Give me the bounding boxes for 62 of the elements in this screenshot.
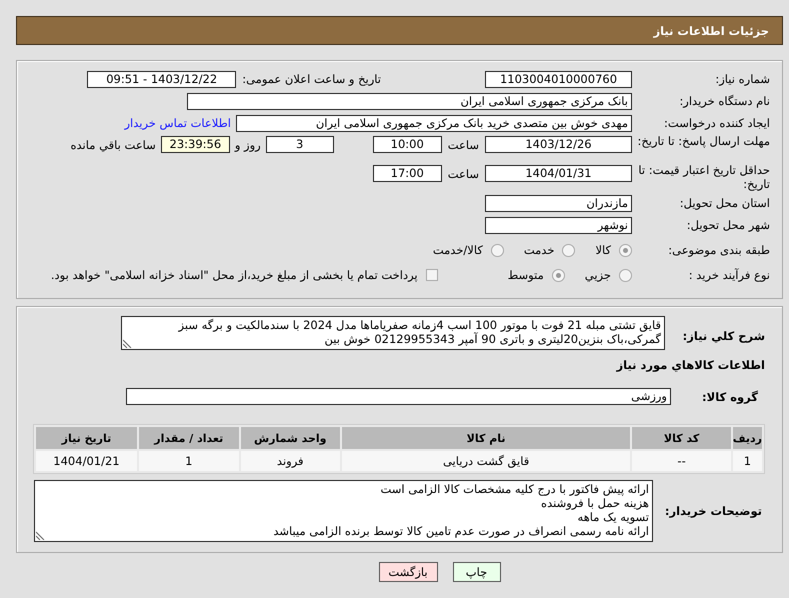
field-label: تاریخ و ساعت اعلان عمومی:	[242, 72, 381, 86]
table-cell: 1	[138, 451, 239, 471]
remaining-label: ساعت باقي مانده	[70, 138, 156, 152]
field-label: حداقل تاریخ اعتبار قیمت: تا تاریخ:	[637, 163, 771, 191]
note-line: ارائه نامه رسمی انصراف در صورت عدم تامین کالا توسط برنده الزامی میباشد	[273, 524, 649, 538]
radio-label: متوسط	[508, 268, 544, 282]
note-line: تسویه یک ماهه	[578, 510, 649, 524]
product-group-field: ورزشی	[126, 388, 671, 405]
table-cell: قایق گشت دریایی	[342, 451, 630, 471]
field-label: ایجاد کننده درخواست:	[663, 116, 771, 130]
section-title: اطلاعات کالاهاي مورد نیاز	[615, 358, 765, 372]
page-title: جزئیات اطلاعات نیاز	[653, 24, 769, 38]
contact-link[interactable]: اطلاعات تماس خریدار	[124, 116, 231, 130]
back-button[interactable]: بازگشت	[378, 562, 438, 582]
resize-grip-icon[interactable]	[36, 531, 45, 540]
note-line: ارائه پیش فاکتور با درج کلیه مشخصات کالا الزامی است	[380, 482, 649, 496]
resize-grip-icon[interactable]	[123, 339, 132, 348]
print-button[interactable]: چاپ	[452, 562, 500, 582]
validity-time-field: 17:00	[372, 165, 442, 182]
column-header: تعداد / مقدار	[138, 427, 239, 449]
time-label: ساعت	[448, 166, 479, 180]
table-cell: --	[632, 451, 731, 471]
buyer-org-field: بانک مرکزی جمهوری اسلامی ایران	[187, 92, 632, 110]
reply-time-field: 10:00	[372, 136, 442, 153]
field-label: مهلت ارسال پاسخ: تا تاریخ:	[636, 134, 771, 148]
column-header: کد کالا	[632, 427, 731, 449]
table-cell: 1404/01/21	[36, 451, 137, 471]
field-label: شرح کلي نیاز:	[682, 328, 765, 343]
province-field: مازندران	[485, 194, 632, 212]
radio-label: کالا	[595, 243, 611, 257]
announce-date-field: 1403/12/22 - 09:51	[87, 70, 236, 88]
remaining-time-field: 23:39:56	[160, 136, 230, 153]
field-label: استان محل تحویل:	[678, 196, 771, 210]
field-label: طبقه بندی موضوعی:	[667, 243, 771, 257]
need-number-field: 1103004010000760	[485, 70, 632, 88]
days-label: روز و	[234, 138, 261, 152]
column-header: واحد شمارش	[240, 427, 340, 449]
field-label: نام دستگاه خریدار:	[678, 94, 771, 108]
field-label: شماره نیاز:	[714, 72, 771, 86]
days-field: 3	[266, 136, 334, 153]
table-cell: 1	[732, 451, 762, 471]
time-label: ساعت	[448, 138, 479, 152]
radio-label: جزيي	[584, 268, 611, 282]
field-label: گروه کالا:	[701, 390, 759, 404]
description-text: قایق تشتی مبله 21 فوت با موتور 100 اسب 4زمانه صفریاماها مدل 2024 با سندمالکیت و برگه سبز گمرکی،باک بنزین20لیتری و باتری 90 آمپر 02129955343 خوش بین	[178, 318, 661, 346]
creator-field: مهدی خوش بین متصدی خرید بانک مرکزی جمهوری اسلامی ایران	[236, 114, 632, 132]
column-header: تاریخ نیاز	[36, 427, 137, 449]
table-cell: فروند	[240, 451, 340, 471]
field-label: شهر محل تحویل:	[686, 218, 771, 232]
checkbox-label: پرداخت تمام یا بخشی از مبلغ خرید،از محل "اسناد خزانه اسلامی" خواهد بود.	[50, 268, 418, 282]
city-field: نوشهر	[485, 216, 632, 234]
radio-label: خدمت	[524, 243, 554, 257]
field-label: نوع فرآیند خرید :	[688, 268, 771, 282]
validity-date-field: 1404/01/31	[485, 165, 632, 182]
buyer-notes-box[interactable]: ارائه پیش فاکتور با درج کلیه مشخصات کالا الزامی است هزینه حمل با فروشنده تسویه یک ماهه ارائه نامه رسمی انصراف در صورت عدم تامین کالا توسط برنده الزامی میباشد	[34, 480, 653, 542]
column-header: ردیف	[732, 427, 762, 449]
note-line: هزینه حمل با فروشنده	[541, 496, 649, 510]
radio-label: کالا/خدمت	[432, 243, 483, 257]
reply-date-field: 1403/12/26	[485, 136, 632, 153]
field-label: توضیحات خریدار:	[664, 504, 763, 518]
description-box[interactable]: قایق تشتی مبله 21 فوت با موتور 100 اسب 4زمانه صفریاماها مدل 2024 با سندمالکیت و برگه سبز گمرکی،باک بنزین20لیتری و باتری 90 آمپر 02129955343 خوش بین	[121, 316, 665, 350]
column-header: نام کالا	[342, 427, 630, 449]
